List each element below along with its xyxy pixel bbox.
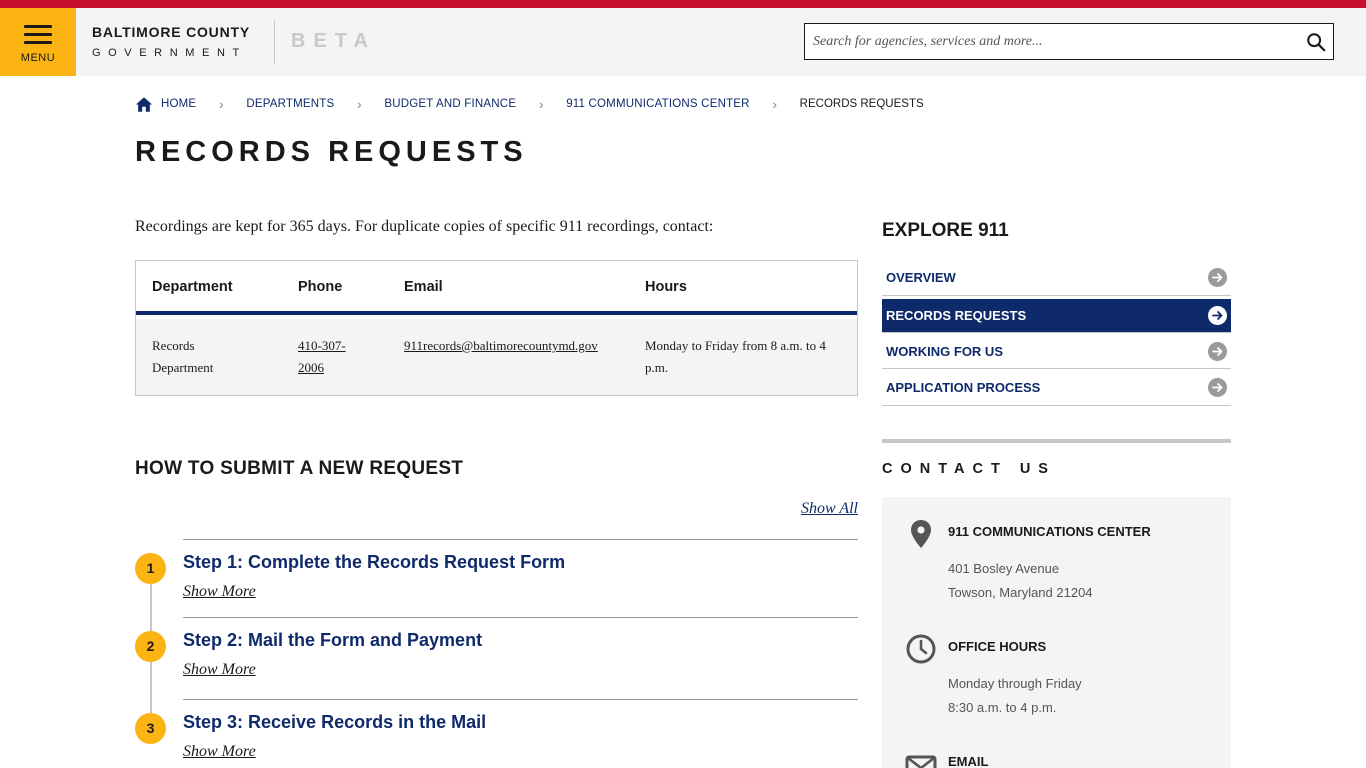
step-title[interactable]: Step 1: Complete the Records Request For… [183, 552, 565, 573]
cell-hours: Monday to Friday from 8 a.m. to 4 p.m. [645, 338, 826, 375]
cell-email-link[interactable]: 911records@baltimorecountymd.gov [404, 335, 634, 357]
email-title: EMAIL [948, 754, 989, 768]
sidebar-item-label: OVERVIEW [886, 270, 956, 285]
clock-icon [906, 634, 936, 664]
step-title[interactable]: Step 2: Mail the Form and Payment [183, 630, 482, 651]
arrow-right-circle-icon [1208, 268, 1227, 287]
submit-request-heading: HOW TO SUBMIT A NEW REQUEST [135, 458, 464, 479]
office-hours-line-2: 8:30 a.m. to 4 p.m. [948, 700, 1057, 715]
page-title: RECORDS REQUESTS [135, 136, 528, 168]
step-item: 2 Step 2: Mail the Form and Payment Show… [135, 617, 858, 699]
step-divider [183, 617, 858, 618]
office-hours-line-1: Monday through Friday [948, 676, 1082, 691]
cell-department: Records Department [152, 338, 214, 375]
sidebar-item-overview[interactable]: OVERVIEW [882, 259, 1231, 296]
step-item: 3 Step 3: Receive Records in the Mail Sh… [135, 699, 858, 768]
menu-icon [24, 25, 52, 28]
sidebar-item-application-process[interactable]: APPLICATION PROCESS [882, 369, 1231, 406]
arrow-right-circle-icon [1208, 306, 1227, 325]
column-header-hours: Hours [645, 279, 687, 295]
step-number-badge: 2 [135, 631, 166, 662]
table-row: Records Department 410-307-2006 911recor… [136, 319, 857, 395]
step-divider [183, 699, 858, 700]
logo-line-county: BALTIMORE COUNTY [92, 24, 250, 40]
chevron-right-icon: › [218, 96, 224, 112]
address-line-1: 401 Bosley Avenue [948, 561, 1060, 576]
chevron-right-icon: › [772, 96, 777, 112]
address-line-2: Towson, Maryland 21204 [948, 585, 1093, 600]
breadcrumb-current: RECORDS REQUESTS [799, 98, 924, 110]
home-icon[interactable] [135, 96, 153, 113]
column-header-phone: Phone [298, 279, 343, 295]
logo-divider [274, 20, 275, 64]
intro-text: Recordings are kept for 365 days. For du… [135, 218, 714, 235]
envelope-icon [905, 755, 937, 768]
arrow-right-circle-icon [1208, 378, 1227, 397]
menu-label: MENU [20, 52, 56, 64]
search-box [804, 23, 1334, 60]
step-item: 1 Step 1: Complete the Records Request F… [135, 539, 858, 621]
site-header: MENU BALTIMORE COUNTY GOVERNMENT BETA [0, 8, 1366, 76]
step-show-more-button[interactable]: Show More [183, 661, 256, 679]
site-logo[interactable]: BALTIMORE COUNTY GOVERNMENT [92, 24, 250, 59]
contact-card: 911 COMMUNICATIONS CENTER 401 Bosley Ave… [882, 497, 1231, 768]
sidebar-item-label: WORKING FOR US [886, 344, 1003, 359]
office-hours-title: OFFICE HOURS [948, 639, 1047, 654]
logo-line-government: GOVERNMENT [92, 47, 247, 59]
breadcrumb-departments[interactable]: DEPARTMENTS [246, 98, 334, 110]
step-number-badge: 1 [135, 553, 166, 584]
top-accent-bar [0, 0, 1366, 8]
contact-heading: CONTACT US [882, 461, 1056, 477]
arrow-right-circle-icon [1208, 342, 1227, 361]
location-title: 911 COMMUNICATIONS CENTER [948, 524, 1151, 539]
beta-label: BETA [291, 30, 376, 52]
breadcrumb: HOME › DEPARTMENTS › BUDGET AND FINANCE … [135, 94, 924, 114]
sidebar-item-working-for-us[interactable]: WORKING FOR US [882, 332, 1231, 369]
step-number-badge: 3 [135, 713, 166, 744]
breadcrumb-budget-finance[interactable]: BUDGET AND FINANCE [384, 98, 516, 110]
search-icon[interactable] [1305, 31, 1327, 53]
show-all-button[interactable]: Show All [801, 500, 858, 518]
explore-heading: EXPLORE 911 [882, 220, 1009, 241]
menu-icon-bar [24, 41, 52, 44]
explore-nav: OVERVIEW RECORDS REQUESTS WORKING FOR US… [882, 259, 1231, 406]
column-header-email: Email [404, 279, 443, 295]
sidebar-item-label: APPLICATION PROCESS [886, 380, 1041, 395]
menu-button[interactable]: MENU [0, 8, 76, 76]
column-header-department: Department [152, 279, 233, 295]
search-input[interactable] [813, 28, 1293, 55]
sidebar-item-label: RECORDS REQUESTS [886, 308, 1027, 323]
table-header: Department Phone Email Hours [136, 261, 857, 315]
sidebar-item-records-requests[interactable]: RECORDS REQUESTS [882, 299, 1231, 332]
contact-table: Department Phone Email Hours Records Dep… [135, 260, 858, 396]
breadcrumb-home[interactable]: HOME [161, 98, 196, 110]
cell-phone-link[interactable]: 410-307-2006 [298, 335, 368, 379]
location-pin-icon [911, 520, 931, 548]
menu-icon-bar [24, 33, 52, 36]
contact-divider [882, 439, 1231, 443]
step-show-more-button[interactable]: Show More [183, 583, 256, 601]
step-divider [183, 539, 858, 540]
step-title[interactable]: Step 3: Receive Records in the Mail [183, 712, 486, 733]
chevron-right-icon: › [538, 96, 544, 112]
chevron-right-icon: › [357, 96, 362, 112]
breadcrumb-911-center[interactable]: 911 COMMUNICATIONS CENTER [566, 98, 749, 110]
step-show-more-button[interactable]: Show More [183, 743, 256, 761]
